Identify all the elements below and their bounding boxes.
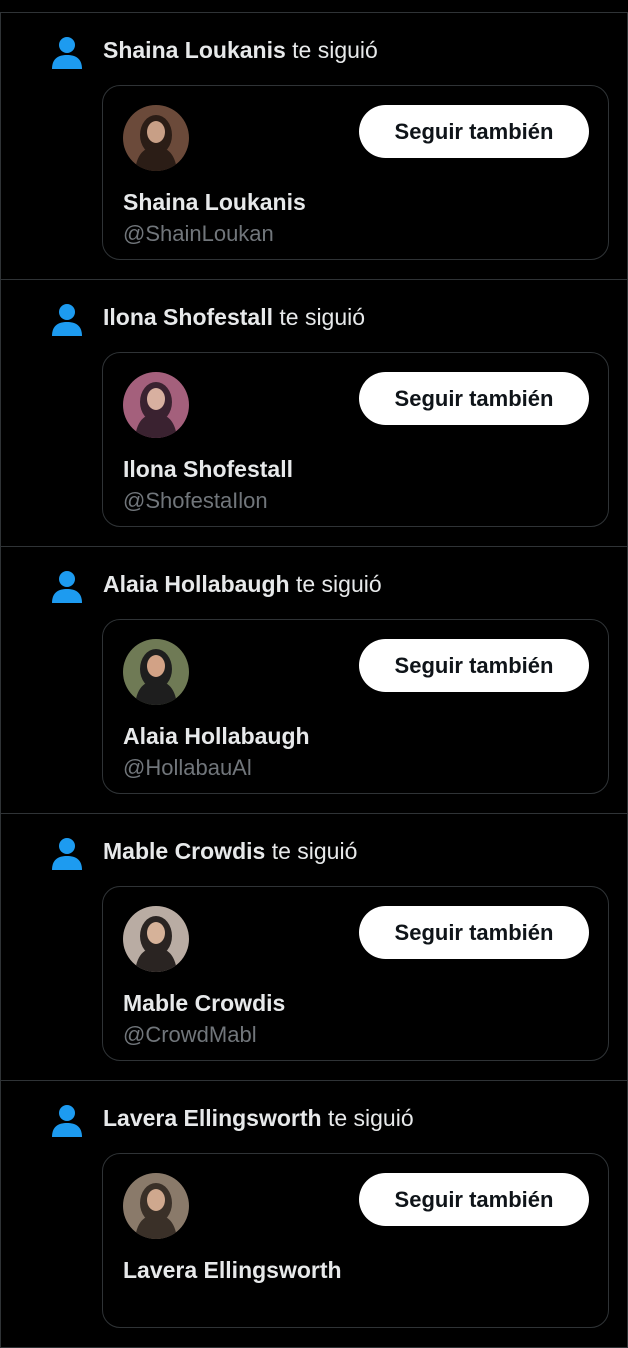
card-handle: @ShofestaIlon bbox=[123, 488, 268, 513]
notification-text: Mable Crowdis te siguió bbox=[103, 836, 357, 866]
person-icon bbox=[51, 570, 83, 604]
notification-text: Ilona Shofestall te siguió bbox=[103, 302, 365, 332]
user-card[interactable]: Seguir también Alaia Hollabaugh @Hollaba… bbox=[102, 619, 609, 794]
avatar[interactable] bbox=[123, 906, 189, 972]
follow-back-button[interactable]: Seguir también bbox=[359, 906, 589, 959]
follow-back-button[interactable]: Seguir también bbox=[359, 372, 589, 425]
person-icon bbox=[51, 837, 83, 871]
avatar[interactable] bbox=[123, 105, 189, 171]
user-card[interactable]: Seguir también Mable Crowdis @CrowdMabl bbox=[102, 886, 609, 1061]
user-card[interactable]: Seguir también Lavera Ellingsworth bbox=[102, 1153, 609, 1328]
notification-verb: te siguió bbox=[271, 838, 358, 864]
card-display-name[interactable]: Alaia Hollabaugh bbox=[123, 722, 310, 750]
feed-top-divider bbox=[0, 0, 628, 13]
follower-name[interactable]: Alaia Hollabaugh bbox=[103, 571, 290, 597]
notification-text: Shaina Loukanis te siguió bbox=[103, 35, 378, 65]
notifications-feed: Shaina Loukanis te siguió Seguir también… bbox=[0, 0, 628, 1348]
card-display-name[interactable]: Shaina Loukanis bbox=[123, 188, 306, 216]
card-display-name[interactable]: Lavera Ellingsworth bbox=[123, 1256, 342, 1284]
notification-text: Alaia Hollabaugh te siguió bbox=[103, 569, 382, 599]
follow-notification[interactable]: Alaia Hollabaugh te siguió Seguir tambié… bbox=[0, 547, 628, 814]
person-icon bbox=[51, 1104, 83, 1138]
card-display-name[interactable]: Mable Crowdis bbox=[123, 989, 285, 1017]
avatar[interactable] bbox=[123, 372, 189, 438]
follow-back-button[interactable]: Seguir también bbox=[359, 639, 589, 692]
follow-notification[interactable]: Mable Crowdis te siguió Seguir también M… bbox=[0, 814, 628, 1081]
person-icon bbox=[51, 303, 83, 337]
notification-verb: te siguió bbox=[292, 37, 378, 63]
follow-notification[interactable]: Lavera Ellingsworth te siguió Seguir tam… bbox=[0, 1081, 628, 1348]
notification-text: Lavera Ellingsworth te siguió bbox=[103, 1103, 414, 1133]
follow-notification[interactable]: Shaina Loukanis te siguió Seguir también… bbox=[0, 13, 628, 280]
user-card[interactable]: Seguir también Shaina Loukanis @ShainLou… bbox=[102, 85, 609, 260]
card-handle: @HollabauAl bbox=[123, 755, 252, 780]
follower-name[interactable]: Shaina Loukanis bbox=[103, 37, 286, 63]
follower-name[interactable]: Lavera Ellingsworth bbox=[103, 1105, 322, 1131]
follow-notification[interactable]: Ilona Shofestall te siguió Seguir tambié… bbox=[0, 280, 628, 547]
follower-name[interactable]: Mable Crowdis bbox=[103, 838, 265, 864]
card-handle: @CrowdMabl bbox=[123, 1022, 257, 1047]
follower-name[interactable]: Ilona Shofestall bbox=[103, 304, 273, 330]
card-handle: @ShainLoukan bbox=[123, 221, 274, 246]
follow-back-button[interactable]: Seguir también bbox=[359, 105, 589, 158]
notification-verb: te siguió bbox=[295, 571, 382, 597]
person-icon bbox=[51, 36, 83, 70]
user-card[interactable]: Seguir también Ilona Shofestall @Shofest… bbox=[102, 352, 609, 527]
notification-verb: te siguió bbox=[279, 304, 366, 330]
card-display-name[interactable]: Ilona Shofestall bbox=[123, 455, 293, 483]
avatar[interactable] bbox=[123, 639, 189, 705]
notification-verb: te siguió bbox=[327, 1105, 414, 1131]
avatar[interactable] bbox=[123, 1173, 189, 1239]
